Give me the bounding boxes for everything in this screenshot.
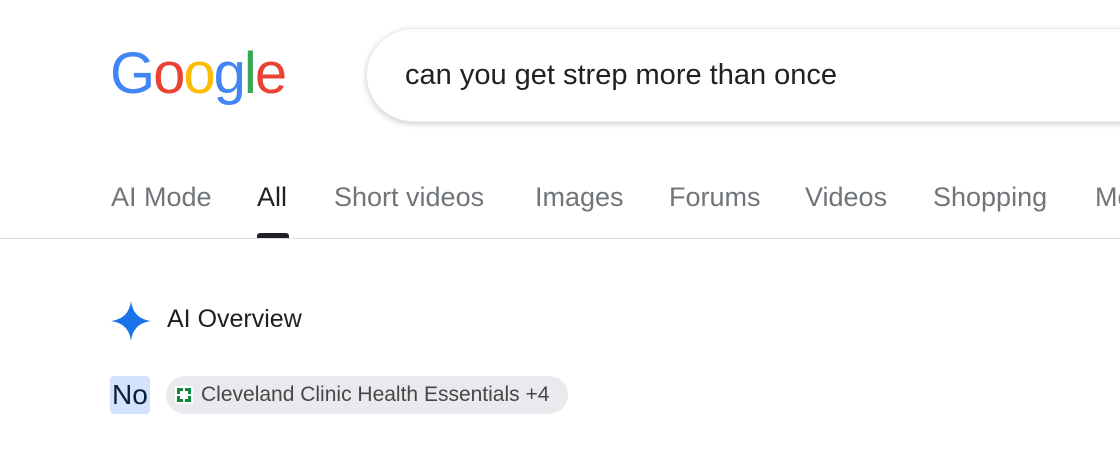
logo-letter: e [254,41,287,106]
tab-videos[interactable]: Videos [805,182,887,213]
logo-letter: o [183,41,215,106]
tab-images[interactable]: Images [535,182,624,213]
search-results-page: Google AI Mode All Short videos Images F… [0,0,1120,453]
logo-letter: g [213,41,246,106]
search-box[interactable] [366,28,1120,122]
sparkle-icon [111,301,151,341]
tab-shopping[interactable]: Shopping [933,182,1047,213]
ai-overview-title: AI Overview [167,305,302,333]
source-label: Cleveland Clinic Health Essentials +4 [201,383,550,406]
tab-short-videos[interactable]: Short videos [334,182,484,213]
source-chip[interactable]: Cleveland Clinic Health Essentials +4 [166,376,568,414]
tab-all[interactable]: All [257,182,287,213]
google-logo[interactable]: Google [110,38,287,110]
tab-more[interactable]: More [1095,182,1120,213]
search-tabs: AI Mode All Short videos Images Forums V… [0,170,1120,238]
tab-ai-mode[interactable]: AI Mode [111,182,212,213]
tab-forums[interactable]: Forums [669,182,761,213]
logo-letter: o [153,41,185,106]
logo-letter: l [243,41,257,106]
cleveland-clinic-favicon [175,386,193,404]
tabs-divider [0,238,1120,239]
search-input[interactable] [405,55,1105,95]
answer-text: No [110,376,150,414]
logo-letter: G [110,41,155,106]
